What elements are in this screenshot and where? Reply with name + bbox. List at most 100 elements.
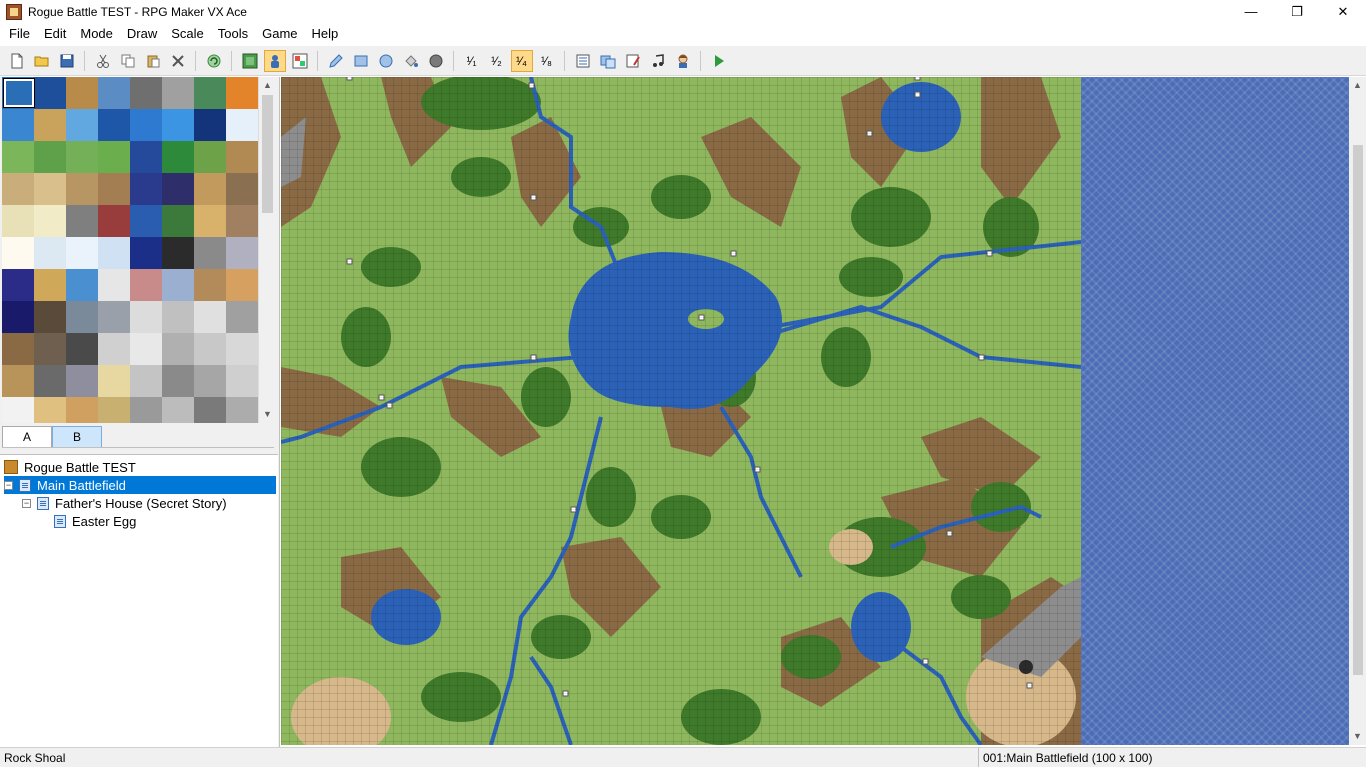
tileset-tile[interactable] [66,333,98,365]
tileset-tile[interactable] [2,141,34,173]
tileset-tile[interactable] [34,333,66,365]
tileset-tile[interactable] [2,269,34,301]
scale-1-4-button[interactable]: ¹⁄₄ [510,49,533,72]
sound-test-button[interactable] [647,50,669,72]
tileset-tile[interactable] [130,333,162,365]
tileset-tile[interactable] [226,237,258,269]
tileset-tile[interactable] [34,173,66,205]
tileset-tile[interactable] [226,173,258,205]
tileset-tile[interactable] [66,109,98,141]
tileset-tab-b[interactable]: B [52,426,102,447]
tileset-tile[interactable] [2,237,34,269]
tileset-tile[interactable] [130,141,162,173]
tileset-scrollbar[interactable]: ▲ ▼ [258,77,275,423]
paste-button[interactable] [142,50,164,72]
scroll-up-arrow-icon[interactable]: ▲ [259,77,276,94]
tileset-tile[interactable] [34,205,66,237]
shadow-pen-tool-button[interactable] [425,50,447,72]
tileset-tile[interactable] [2,205,34,237]
menu-mode[interactable]: Mode [73,23,120,45]
tileset-tile[interactable] [130,269,162,301]
tileset-grid[interactable] [2,77,258,423]
tileset-tile[interactable] [98,237,130,269]
tileset-tile[interactable] [66,141,98,173]
ellipse-tool-button[interactable] [375,50,397,72]
tileset-tile[interactable] [34,237,66,269]
tileset-tile[interactable] [226,333,258,365]
tileset-tile[interactable] [162,269,194,301]
tileset-tile[interactable] [34,77,66,109]
tileset-tab-a[interactable]: A [2,426,52,447]
tileset-tile[interactable] [162,109,194,141]
world-map[interactable] [281,77,1081,745]
tileset-tile[interactable] [194,173,226,205]
flood-fill-tool-button[interactable] [400,50,422,72]
tileset-tile[interactable] [34,365,66,397]
tileset-scroll-thumb[interactable] [262,95,273,213]
tileset-tile[interactable] [162,237,194,269]
tileset-tile[interactable] [162,77,194,109]
scroll-up-arrow-icon[interactable]: ▲ [1349,77,1366,94]
tileset-tile[interactable] [162,397,194,423]
scroll-down-arrow-icon[interactable]: ▼ [259,406,276,423]
tileset-tile[interactable] [98,397,130,423]
tileset-tile[interactable] [66,301,98,333]
save-project-button[interactable] [56,50,78,72]
rectangle-tool-button[interactable] [350,50,372,72]
tileset-tile[interactable] [34,301,66,333]
tileset-tile[interactable] [2,365,34,397]
tileset-tile[interactable] [194,397,226,423]
tileset-tile[interactable] [194,333,226,365]
event-mode-button[interactable] [263,49,286,72]
tileset-tile[interactable] [98,301,130,333]
tileset-tile[interactable] [2,333,34,365]
open-project-button[interactable] [31,50,53,72]
undo-button[interactable] [203,50,225,72]
character-generator-button[interactable] [672,50,694,72]
tileset-tile[interactable] [66,237,98,269]
tileset-tile[interactable] [194,109,226,141]
database-button[interactable] [572,50,594,72]
map-editor-canvas[interactable] [281,77,1349,745]
tileset-tile[interactable] [66,269,98,301]
tileset-tile[interactable] [226,77,258,109]
tileset-tile[interactable] [98,205,130,237]
tileset-tile[interactable] [2,397,34,423]
tileset-tile[interactable] [226,205,258,237]
tileset-tile[interactable] [130,109,162,141]
tileset-tile[interactable] [226,269,258,301]
tree-item-easter-egg[interactable]: Easter Egg [54,512,276,530]
tileset-tile[interactable] [2,173,34,205]
tileset-tile[interactable] [98,173,130,205]
tileset-tile[interactable] [194,269,226,301]
tileset-tile[interactable] [226,397,258,423]
tileset-tile[interactable] [130,237,162,269]
menu-edit[interactable]: Edit [37,23,73,45]
tileset-tile[interactable] [98,333,130,365]
collapse-toggle-icon[interactable]: − [4,480,13,490]
tileset-tile[interactable] [194,205,226,237]
tileset-tile[interactable] [2,301,34,333]
tileset-tile[interactable] [130,77,162,109]
playtest-button[interactable] [708,50,730,72]
cut-button[interactable] [92,50,114,72]
scale-1-8-button[interactable]: ¹⁄₈ [536,50,558,72]
tileset-tile[interactable] [34,109,66,141]
tileset-tile[interactable] [162,141,194,173]
scale-1-1-button[interactable]: ¹⁄₁ [461,50,483,72]
tileset-tile[interactable] [226,109,258,141]
map-scroll-thumb[interactable] [1353,145,1363,675]
tileset-palette[interactable] [2,77,258,423]
menu-help[interactable]: Help [305,23,346,45]
tileset-tile[interactable] [194,237,226,269]
collapse-toggle-icon[interactable]: − [22,498,31,508]
tree-item-main-battlefield[interactable]: − Main Battlefield [4,476,276,494]
resource-manager-button[interactable] [597,50,619,72]
tileset-tile[interactable] [162,173,194,205]
tileset-tile[interactable] [162,301,194,333]
tileset-tile[interactable] [66,397,98,423]
tileset-tile[interactable] [194,301,226,333]
pencil-tool-button[interactable] [325,50,347,72]
tileset-tile[interactable] [66,365,98,397]
tileset-tile[interactable] [98,269,130,301]
